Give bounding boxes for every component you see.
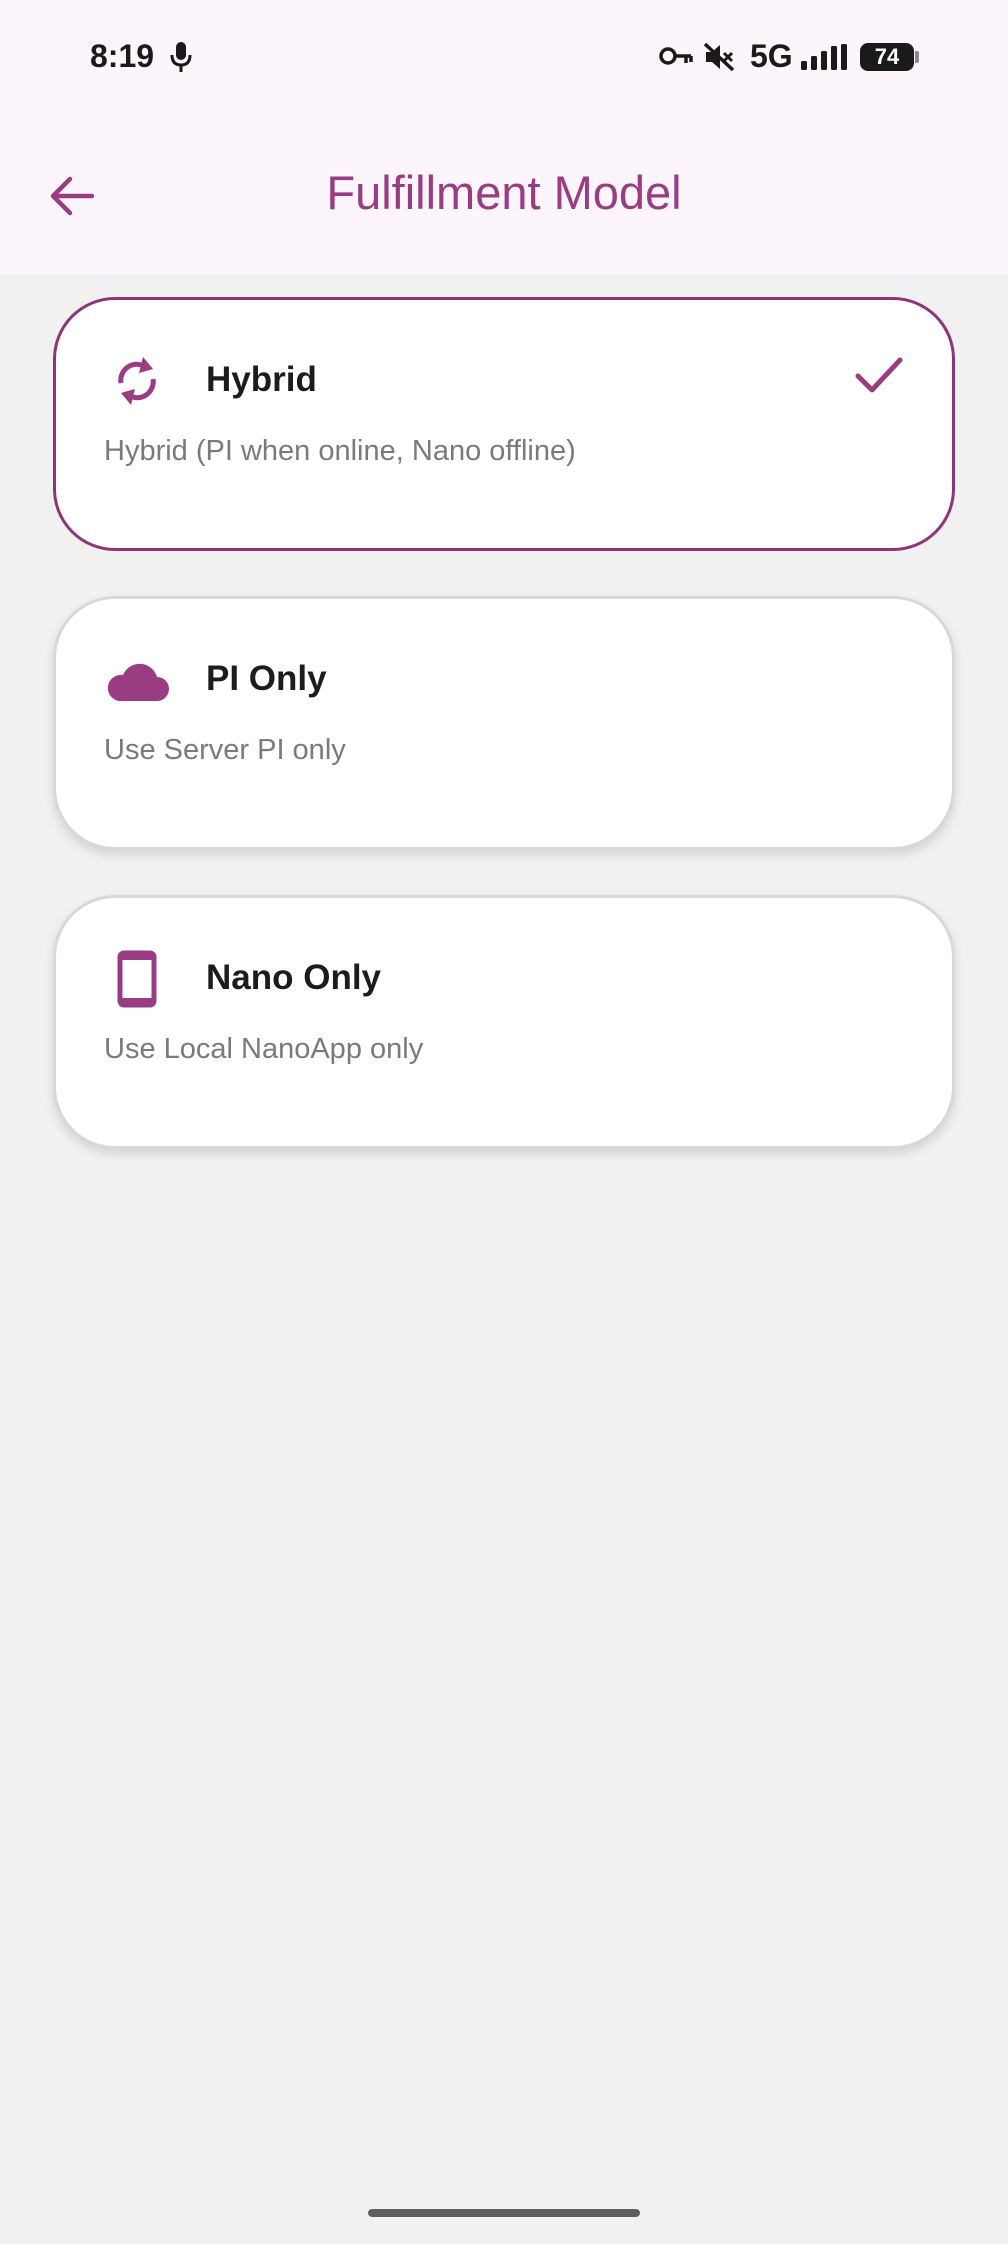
option-subtitle: Use Local NanoApp only	[104, 1033, 424, 1065]
status-bar: 8:19 5G 74	[0, 0, 1008, 115]
mic-icon	[170, 42, 192, 77]
option-title: PI Only	[206, 659, 327, 698]
option-title: Nano Only	[206, 958, 382, 997]
phone-icon	[102, 944, 172, 1014]
option-card-nano-only[interactable]: Nano Only Use Local NanoApp only	[53, 895, 955, 1149]
option-card-pi-only[interactable]: PI Only Use Server PI only	[53, 596, 955, 850]
option-title: Hybrid	[206, 360, 317, 399]
page-title: Fulfillment Model	[326, 166, 682, 219]
sync-icon	[102, 346, 172, 416]
option-subtitle: Hybrid (PI when online, Nano offline)	[104, 435, 576, 467]
option-card-hybrid[interactable]: Hybrid Hybrid (PI when online, Nano offl…	[53, 297, 955, 551]
cloud-icon	[102, 645, 172, 715]
app-bar: Fulfillment Model	[0, 115, 1008, 275]
home-indicator[interactable]	[368, 2209, 640, 2217]
option-subtitle: Use Server PI only	[104, 734, 346, 766]
signal-icon	[801, 44, 847, 75]
battery-tip	[915, 51, 919, 63]
network-label: 5G	[750, 38, 793, 74]
check-icon	[854, 356, 904, 401]
status-time: 8:19	[90, 38, 155, 74]
vpn-key-icon	[659, 45, 693, 72]
mute-icon	[703, 42, 735, 77]
battery-icon: 74	[860, 43, 914, 71]
